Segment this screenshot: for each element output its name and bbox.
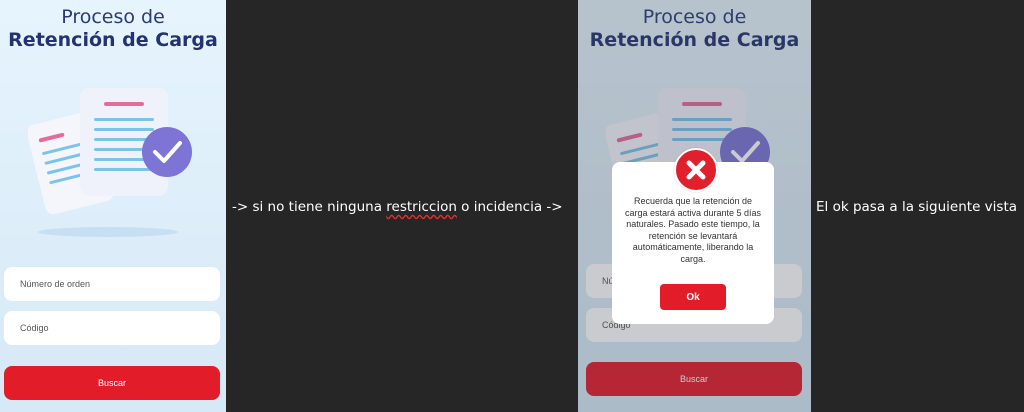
- page-title-line2: Retención de Carga: [8, 29, 218, 51]
- page-title-line1: Proceso de: [61, 6, 165, 28]
- next-step-annotation: El ok pasa a la siguiente vista: [816, 199, 1018, 215]
- document-check-illustration-icon: [28, 88, 192, 237]
- flow-annotation-misspelled: restriccion: [386, 199, 457, 215]
- search-button[interactable]: Buscar: [4, 366, 220, 400]
- error-x-icon: [674, 148, 718, 192]
- order-number-input[interactable]: Número de orden: [4, 267, 220, 301]
- flow-annotation: -> si no tiene ninguna restriccion o inc…: [232, 199, 563, 215]
- flow-annotation-before: -> si no tiene ninguna: [232, 199, 387, 215]
- ok-button[interactable]: Ok: [660, 284, 726, 310]
- code-input[interactable]: Código: [4, 311, 220, 345]
- app-screen-dialog: Proceso de Retención de Carga Número de …: [578, 0, 811, 412]
- app-screen-form: Proceso de Retención de Carga Número de …: [0, 0, 226, 412]
- dialog-message: Recuerda que la retención de carga estar…: [624, 196, 762, 264]
- flow-annotation-after: o incidencia ->: [456, 199, 563, 215]
